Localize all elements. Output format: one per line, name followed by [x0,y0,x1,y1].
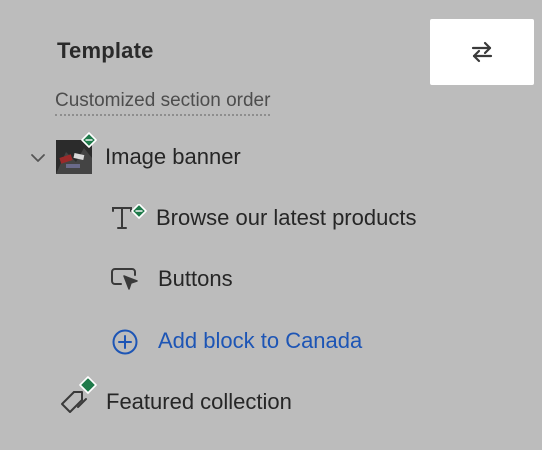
swap-template-button[interactable] [430,19,534,85]
section-label: Featured collection [106,389,292,414]
section-item-image-banner[interactable]: Image banner [105,144,241,170]
text-icon [112,204,147,229]
swap-arrows-icon [471,41,493,63]
add-block-button[interactable]: Add block to Canada [158,328,362,354]
panel-title: Template [57,38,154,63]
badge-diamond-icon [81,132,97,148]
block-item-browse[interactable]: Browse our latest products [156,205,416,231]
block-item-buttons[interactable]: Buttons [158,266,233,292]
add-block-label: Add block to Canada [158,328,363,353]
plus-circle-icon[interactable] [111,328,139,356]
chevron-down-icon[interactable] [29,149,47,167]
image-banner-thumbnail [56,132,97,174]
block-label: Browse our latest products [156,205,417,230]
block-label: Buttons [158,266,233,291]
section-item-featured-collection[interactable]: Featured collection [106,389,292,415]
template-panel: Template Customized section order Image … [0,0,542,450]
tag-icon [61,376,97,413]
section-label: Image banner [105,144,241,169]
section-order-status[interactable]: Customized section order [55,90,271,116]
button-cursor-icon [111,268,138,290]
